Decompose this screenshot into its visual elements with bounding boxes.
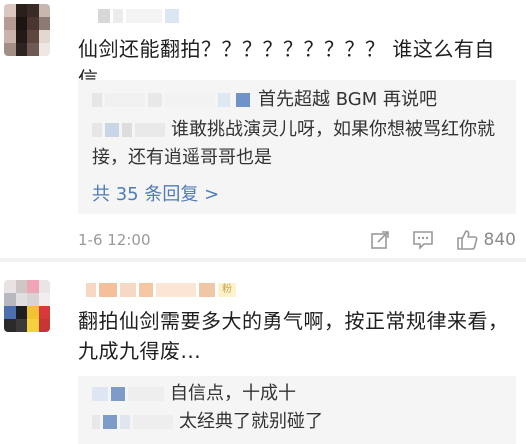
reply-text: 自信点，十成十 — [170, 383, 296, 404]
reply-username-blurred[interactable] — [92, 93, 230, 107]
like-count: 840 — [483, 230, 516, 250]
avatar[interactable] — [4, 280, 50, 332]
reply-username-blurred[interactable] — [92, 123, 165, 137]
comment-item: 粉 翻拍仙剑需要多大的勇气啊，按正常规律来看，九成九得废... 自信点，十成十 … — [0, 262, 526, 444]
avatar[interactable] — [4, 4, 50, 56]
thumbs-up-icon — [456, 230, 477, 250]
reply-item[interactable]: 太经典了就别碰了 — [92, 408, 506, 436]
share-icon — [370, 231, 389, 249]
reply-text: 太经典了就别碰了 — [179, 411, 323, 432]
reply-box: 自信点，十成十 太经典了就别碰了 — [78, 376, 516, 444]
reply-item[interactable]: 自信点，十成十 — [92, 380, 506, 408]
comment-item: 仙剑还能翻拍？？？？？？？？？ 谁这么有自信 首先超越 BGM 再说吧 谁敢挑战… — [0, 0, 526, 258]
share-button[interactable] — [370, 230, 390, 250]
reply-username-blurred[interactable] — [92, 387, 164, 401]
comment-button[interactable] — [412, 230, 434, 250]
user-badge-icon — [236, 93, 250, 107]
like-button[interactable]: 840 — [456, 229, 516, 251]
reply-box: 首先超越 BGM 再说吧 谁敢挑战演灵儿呀，如果你想被骂红你就接，还有逍遥哥哥也… — [78, 80, 516, 214]
more-replies-link[interactable]: 共 35 条回复 > — [92, 180, 219, 206]
timestamp: 1-6 12:00 — [78, 231, 151, 249]
reply-text: 首先超越 BGM 再说吧 — [258, 89, 437, 110]
comment-text: 翻拍仙剑需要多大的勇气啊，按正常规律来看，九成九得废... — [78, 309, 509, 363]
fan-badge: 粉 — [218, 283, 236, 297]
reply-item[interactable]: 谁敢挑战演灵儿呀，如果你想被骂红你就接，还有逍遥哥哥也是 — [92, 116, 506, 172]
reply-item[interactable]: 首先超越 BGM 再说吧 — [92, 86, 506, 114]
comment-icon — [412, 231, 433, 250]
reply-username-blurred[interactable] — [92, 415, 173, 429]
username-blurred[interactable]: 粉 — [86, 282, 236, 298]
comment-footer: 1-6 12:00 840 — [78, 228, 516, 252]
username-blurred[interactable] — [98, 8, 179, 24]
